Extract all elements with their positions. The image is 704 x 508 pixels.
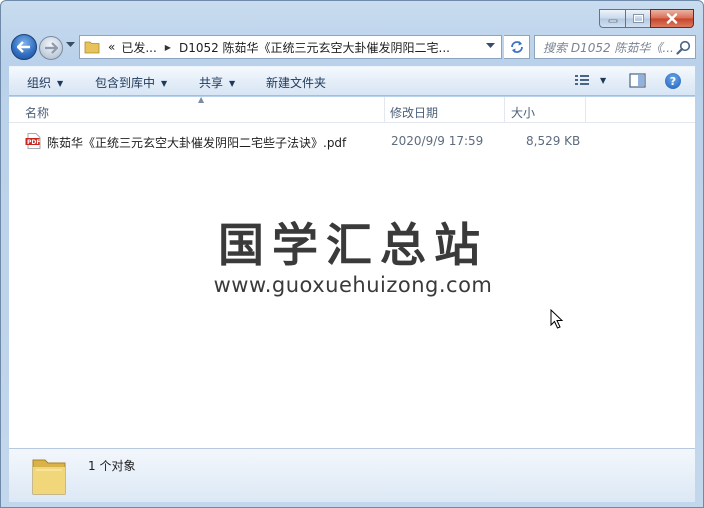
sort-ascending-icon: ▲ xyxy=(198,95,205,104)
command-bar: 组织 ▼ 包含到库中 ▼ 共享 ▼ 新建文件夹 ▼ ? xyxy=(9,66,695,96)
svg-text:PDF: PDF xyxy=(27,139,40,146)
refresh-icon xyxy=(510,41,523,53)
change-view-button[interactable]: ▼ xyxy=(574,73,606,87)
file-row[interactable]: PDF 陈茹华《正统三元玄空大卦催发阴阳二宅些子法诀》.pdf 2020/9/9… xyxy=(25,131,585,151)
column-divider[interactable] xyxy=(384,97,385,123)
column-header-name[interactable]: 名称 xyxy=(25,104,49,121)
help-icon[interactable]: ? xyxy=(665,73,681,89)
address-overflow[interactable]: « xyxy=(108,40,115,54)
file-size: 8,529 KB xyxy=(526,134,581,148)
watermark-url: www.guoxuehuizong.com xyxy=(213,273,493,297)
minimize-button[interactable] xyxy=(599,9,625,28)
address-bar[interactable]: « 已发... ▶ D1052 陈茹华《正统三元玄空大卦催发阴阳二宅... xyxy=(79,35,502,59)
share-menu[interactable]: 共享 ▼ xyxy=(199,74,235,91)
minimize-icon xyxy=(608,19,617,22)
chevron-down-icon[interactable]: ▼ xyxy=(600,76,606,85)
watermark-title: 国学汇总站 xyxy=(218,218,488,272)
include-in-library-label: 包含到库中 xyxy=(95,76,156,90)
details-pane: 1 个对象 xyxy=(9,448,695,502)
preview-pane-button[interactable] xyxy=(629,73,646,91)
chevron-right-icon[interactable]: ▶ xyxy=(165,43,171,52)
search-input[interactable]: 搜索 D1052 陈茹华《... xyxy=(534,35,696,59)
folder-icon xyxy=(82,36,102,58)
forward-button[interactable] xyxy=(39,36,63,60)
new-folder-label: 新建文件夹 xyxy=(266,76,327,90)
close-icon xyxy=(666,13,678,24)
item-count: 1 个对象 xyxy=(88,459,136,473)
forward-arrow-icon xyxy=(45,42,58,54)
breadcrumb-segment[interactable]: 已发... xyxy=(121,39,156,56)
mouse-cursor-icon xyxy=(550,309,564,329)
refresh-button[interactable] xyxy=(504,35,530,59)
breadcrumb-segment[interactable]: D1052 陈茹华《正统三元玄空大卦催发阴阳二宅... xyxy=(179,39,450,56)
caption-buttons xyxy=(599,9,694,28)
organize-label: 组织 xyxy=(27,76,52,90)
new-folder-button[interactable]: 新建文件夹 xyxy=(266,74,326,91)
navigation-bar: « 已发... ▶ D1052 陈茹华《正统三元玄空大卦催发阴阳二宅... 搜索… xyxy=(10,33,696,61)
back-arrow-icon xyxy=(17,41,30,53)
address-dropdown-icon[interactable] xyxy=(486,43,495,49)
column-header-row: ▲ 名称 修改日期 大小 xyxy=(9,95,695,123)
pdf-file-icon: PDF xyxy=(25,133,40,149)
chevron-down-icon: ▼ xyxy=(57,79,64,88)
recent-pages-dropdown-icon[interactable] xyxy=(66,42,75,48)
chevron-down-icon: ▼ xyxy=(161,79,168,88)
chevron-down-icon: ▼ xyxy=(229,79,236,88)
close-button[interactable] xyxy=(650,9,694,28)
maximize-icon xyxy=(632,14,644,23)
preview-pane-icon xyxy=(629,73,646,88)
column-divider[interactable] xyxy=(585,97,586,123)
share-label: 共享 xyxy=(199,76,224,90)
explorer-window: « 已发... ▶ D1052 陈茹华《正统三元玄空大卦催发阴阳二宅... 搜索… xyxy=(0,0,704,508)
folder-icon xyxy=(32,459,66,495)
include-in-library-menu[interactable]: 包含到库中 ▼ xyxy=(95,74,167,91)
file-date: 2020/9/9 17:59 xyxy=(391,134,484,148)
search-icon[interactable] xyxy=(676,40,691,55)
column-header-size[interactable]: 大小 xyxy=(511,104,535,121)
back-button[interactable] xyxy=(11,34,37,60)
column-divider[interactable] xyxy=(504,97,505,123)
maximize-button[interactable] xyxy=(625,9,650,28)
details-view-icon xyxy=(575,75,589,85)
file-name[interactable]: 陈茹华《正统三元玄空大卦催发阴阳二宅些子法诀》.pdf xyxy=(47,134,346,151)
search-placeholder: 搜索 D1052 陈茹华《... xyxy=(543,40,674,55)
column-header-date[interactable]: 修改日期 xyxy=(390,104,438,121)
organize-menu[interactable]: 组织 ▼ xyxy=(27,74,63,91)
file-list-pane[interactable]: ▲ 名称 修改日期 大小 PDF 陈茹华《正统三元玄空大卦催发阴阳二宅些子法诀》… xyxy=(9,95,695,448)
